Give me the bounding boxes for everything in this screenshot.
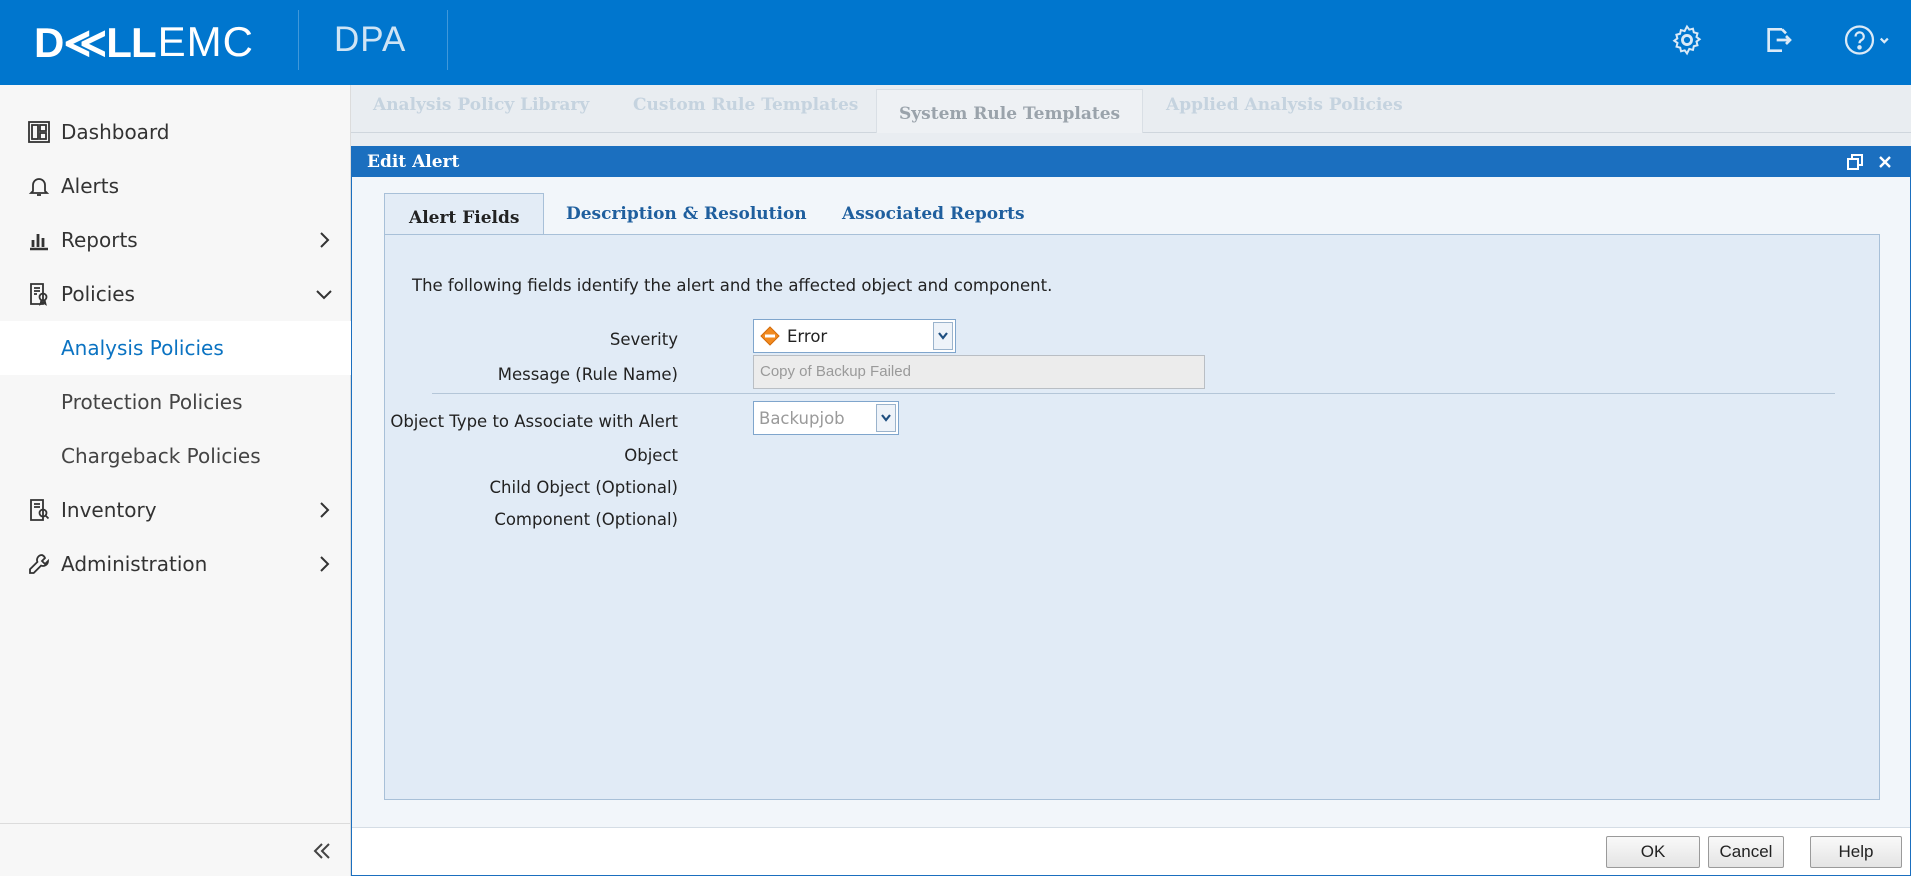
chevron-right-icon [314,554,334,574]
chevron-down-icon [314,284,334,304]
object-type-value: Backupjob [759,408,845,428]
component-label: Component (Optional) [494,510,678,529]
sidebar-item-label: Dashboard [61,120,170,144]
policy-icon [26,281,52,307]
severity-value: Error [787,326,828,346]
sidebar-item-inventory[interactable]: Inventory [0,483,351,537]
dialog-titlebar: Edit Alert [352,147,1910,177]
ok-button[interactable]: OK [1606,836,1700,868]
tab-associated-reports[interactable]: Associated Reports [842,194,1025,236]
tab-alert-fields[interactable]: Alert Fields [384,193,545,239]
object-label: Object [624,446,678,465]
help-icon[interactable] [1840,20,1896,60]
message-label: Message (Rule Name) [497,365,678,384]
edit-alert-dialog: Edit Alert Alert Fields Description & Re… [351,146,1911,876]
gear-icon[interactable] [1667,20,1707,60]
divider [432,393,1835,394]
sidebar-subitem-analysis-policies[interactable]: Analysis Policies [0,321,351,375]
dashboard-icon [26,119,52,145]
chevron-right-icon [314,500,334,520]
dialog-footer: OK Cancel Help [352,827,1910,875]
logo-dell: D≪LL [34,18,157,66]
sidebar-item-label: Alerts [61,174,120,198]
sidebar-item-policies[interactable]: Policies [0,267,351,321]
severity-label: Severity [609,330,678,349]
restore-window-icon[interactable] [1845,152,1865,172]
sidebar-item-alerts[interactable]: Alerts [0,159,351,213]
sidebar-subitem-label: Protection Policies [61,390,243,414]
dialog-title: Edit Alert [367,152,460,172]
child-object-label: Child Object (Optional) [489,478,679,497]
tab-applied-analysis-policies[interactable]: Applied Analysis Policies [1166,95,1403,115]
header-divider [298,10,299,70]
alert-fields-panel: The following fields identify the alert … [384,234,1880,800]
sidebar-subitem-label: Analysis Policies [61,336,224,360]
top-header: D≪LL EMC DPA [0,0,1911,85]
sidebar-item-label: Inventory [61,498,157,522]
chevron-right-icon [314,230,334,250]
tab-description-resolution[interactable]: Description & Resolution [566,194,807,236]
sidebar-subitem-chargeback-policies[interactable]: Chargeback Policies [0,429,351,483]
policy-tab-strip: Analysis Policy Library Custom Rule Temp… [351,85,1911,133]
product-name: DPA [334,20,407,59]
sidebar-item-label: Administration [61,552,208,576]
sidebar-item-administration[interactable]: Administration [0,537,351,591]
sidebar-subitem-label: Chargeback Policies [61,444,261,468]
sidebar: Dashboard Alerts Reports Policies Analys… [0,85,351,876]
sidebar-footer [0,823,351,876]
collapse-sidebar-icon[interactable] [309,838,335,864]
close-icon[interactable] [1875,152,1895,172]
bar-chart-icon [26,227,52,253]
logo-emc: EMC [157,18,254,65]
object-type-label: Object Type to Associate with Alert [390,412,678,431]
sidebar-item-dashboard[interactable]: Dashboard [0,105,351,159]
chevron-down-icon[interactable] [876,404,896,432]
inventory-icon [26,497,52,523]
help-button[interactable]: Help [1810,836,1902,868]
object-type-select[interactable]: Backupjob [753,401,899,435]
bell-icon [26,173,52,199]
cancel-button[interactable]: Cancel [1708,836,1784,868]
error-severity-icon [759,325,781,347]
header-divider [447,10,448,70]
dell-emc-logo: D≪LL EMC [34,17,254,67]
tab-system-rule-templates[interactable]: System Rule Templates [876,89,1144,133]
wrench-icon [26,551,52,577]
sidebar-item-label: Reports [61,228,138,252]
sidebar-item-reports[interactable]: Reports [0,213,351,267]
intro-text: The following fields identify the alert … [412,276,1053,295]
sidebar-item-label: Policies [61,282,135,306]
tab-custom-rule-templates[interactable]: Custom Rule Templates [633,95,858,115]
chevron-down-icon[interactable] [933,322,953,350]
severity-select[interactable]: Error [753,319,956,353]
sidebar-subitem-protection-policies[interactable]: Protection Policies [0,375,351,429]
tab-analysis-policy-library[interactable]: Analysis Policy Library [373,95,589,115]
message-input[interactable]: Copy of Backup Failed [753,355,1205,389]
logout-icon[interactable] [1758,20,1798,60]
